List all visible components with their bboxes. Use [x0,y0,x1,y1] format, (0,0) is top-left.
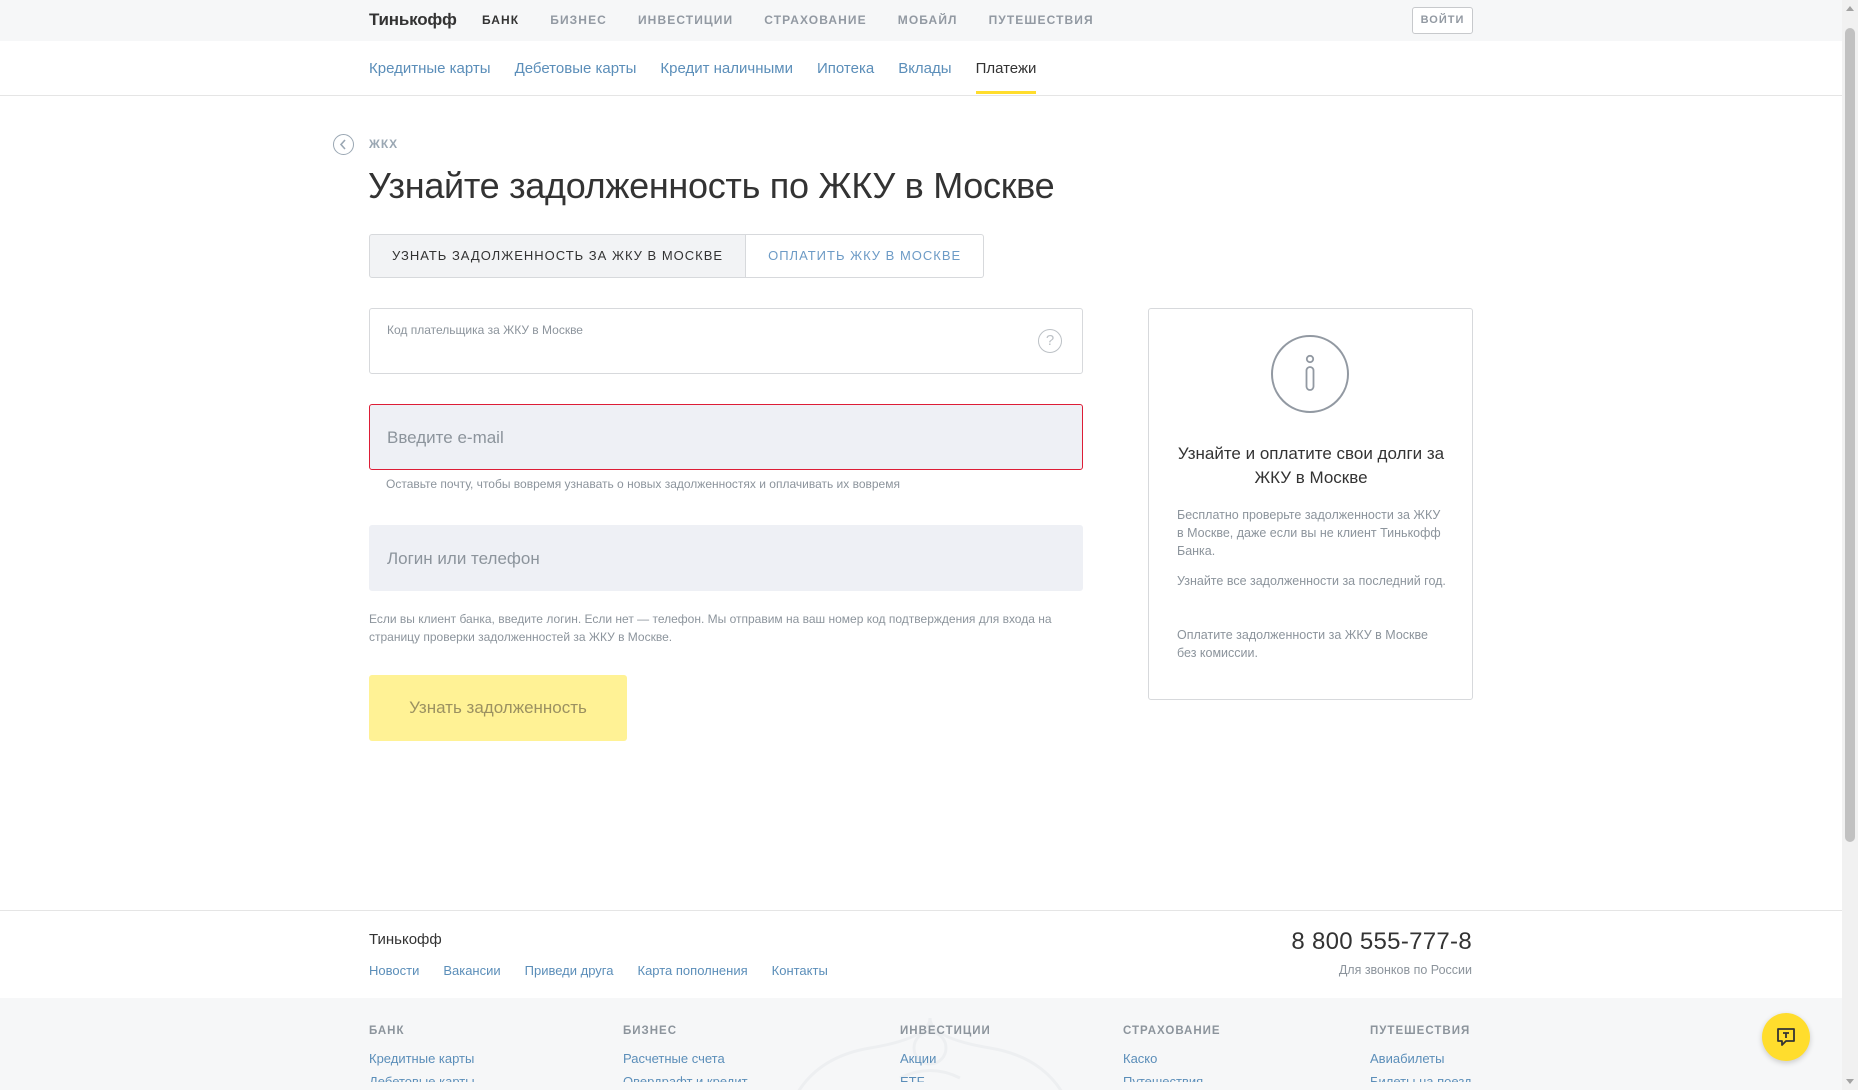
footer-link-contacts[interactable]: Контакты [772,963,828,978]
login-button[interactable]: ВОЙТИ [1412,7,1473,34]
tab-check-debt[interactable]: Узнать задолженность за ЖКУ в Москве [369,234,747,278]
email-field[interactable]: Введите e-mail [369,404,1083,470]
payer-code-label: Код плательщика за ЖКУ в Москве [387,323,583,337]
scroll-up-icon[interactable] [1846,6,1854,11]
chevron-left-icon[interactable] [333,134,354,155]
info-card-text: Бесплатно проверьте задолженности за ЖКУ… [1177,508,1441,558]
footer-col-investments: ИНВЕСТИЦИИ Акции ETF [900,1025,991,1082]
footer-col-travel: ПУТЕШЕСТВИЯ Авиабилеты Билеты на поезд [1370,1025,1472,1082]
top-nav-investments[interactable]: ИНВЕСТИЦИИ [638,13,733,27]
top-nav: БАНК БИЗНЕС ИНВЕСТИЦИИ СТРАХОВАНИЕ МОБАЙ… [482,13,1094,27]
footer-col-insurance: СТРАХОВАНИЕ Каско Путешествия [1123,1025,1221,1082]
login-hint: Если вы клиент банка, введите логин. Есл… [369,612,1052,644]
sub-nav: Кредитные карты Дебетовые карты Кредит н… [0,41,1842,96]
scroll-down-icon[interactable] [1846,1079,1854,1084]
footer-col-link[interactable]: Каско [1123,1051,1221,1066]
subnav-item-payments[interactable]: Платежи [975,60,1036,94]
footer-col-link[interactable]: Овердрафт и кредит [623,1074,748,1082]
footer-phone-note: Для звонков по России [1338,963,1472,977]
footer-link-news[interactable]: Новости [369,963,419,978]
login-placeholder: Логин или телефон [387,549,540,568]
question-icon[interactable]: ? [1038,329,1062,353]
footer-link-vacancies[interactable]: Вакансии [443,963,500,978]
footer-sitemap: БАНК Кредитные карты Дебетовые карты БИЗ… [0,998,1842,1090]
email-placeholder: Введите e-mail [387,428,504,447]
top-nav-business[interactable]: БИЗНЕС [550,13,607,27]
chat-button[interactable] [1762,1013,1810,1061]
subnav-item-mortgage[interactable]: Ипотека [817,60,874,94]
footer-link-invite-friend[interactable]: Приведи друга [525,963,614,978]
logo[interactable]: Тинькофф [369,10,457,30]
info-card-text: Узнайте все задолженности за последний г… [1177,574,1446,588]
footer-col-title: ПУТЕШЕСТВИЯ [1370,1025,1471,1037]
footer-col-business: БИЗНЕС Расчетные счета Овердрафт и креди… [623,1025,748,1082]
footer-col-title: ИНВЕСТИЦИИ [900,1025,991,1037]
footer-top: Тинькофф Новости Вакансии Приведи друга … [0,910,1842,999]
footer-col-link[interactable]: ETF [900,1074,991,1082]
page-title: Узнайте задолженность по ЖКУ в Москве [368,165,1055,206]
footer-col-link[interactable]: Расчетные счета [623,1051,748,1066]
footer-col-title: БИЗНЕС [623,1025,678,1037]
subnav-item-cash-loan[interactable]: Кредит наличными [660,60,793,94]
footer-col-link[interactable]: Путешествия [1123,1074,1221,1082]
page-scrollbar[interactable] [1842,0,1858,1090]
info-card: Узнайте и оплатите свои долги за ЖКУ в М… [1148,308,1473,700]
subnav-item-deposits[interactable]: Вклады [898,60,951,94]
footer-col-bank: БАНК Кредитные карты Дебетовые карты [369,1025,475,1082]
scrollbar-thumb[interactable] [1845,28,1855,842]
chat-icon [1777,1028,1795,1046]
info-icon [1271,335,1349,413]
top-nav-mobile[interactable]: МОБАЙЛ [898,13,958,27]
info-card-title: Узнайте и оплатите свои долги за ЖКУ в М… [1177,444,1445,487]
payer-code-field[interactable]: Код плательщика за ЖКУ в Москве ? [369,308,1083,374]
subnav-item-credit-cards[interactable]: Кредитные карты [369,60,491,94]
footer-col-link[interactable]: Билеты на поезд [1370,1074,1472,1082]
footer-brand: Тинькофф [369,931,442,948]
footer-col-link[interactable]: Кредитные карты [369,1051,475,1066]
subnav-item-debit-cards[interactable]: Дебетовые карты [515,60,637,94]
top-bar: Тинькофф БАНК БИЗНЕС ИНВЕСТИЦИИ СТРАХОВА… [0,0,1842,41]
footer-link-top-up-card[interactable]: Карта пополнения [638,963,748,978]
breadcrumb-back-link[interactable]: ЖКХ [369,137,398,151]
footer-col-title: СТРАХОВАНИЕ [1123,1025,1221,1037]
mode-tabs: Узнать задолженность за ЖКУ в Москве Опл… [369,234,985,278]
top-nav-bank[interactable]: БАНК [482,13,519,27]
login-or-phone-field[interactable]: Логин или телефон [369,525,1083,591]
info-card-text: Оплатите задолженности за ЖКУ в Москве б… [1177,628,1428,660]
tab-pay-utilities[interactable]: Оплатить ЖКУ в Москве [746,234,985,278]
footer-col-link[interactable]: Авиабилеты [1370,1051,1472,1066]
footer-links: Новости Вакансии Приведи друга Карта поп… [369,963,828,978]
top-nav-insurance[interactable]: СТРАХОВАНИЕ [764,13,866,27]
footer-col-link[interactable]: Акции [900,1051,991,1066]
top-nav-travel[interactable]: ПУТЕШЕСТВИЯ [989,13,1094,27]
footer-col-title: БАНК [369,1025,405,1037]
footer-phone[interactable]: 8 800 555-777-8 [1291,928,1472,956]
footer-col-link[interactable]: Дебетовые карты [369,1074,475,1082]
email-hint: Оставьте почту, чтобы вовремя узнавать о… [386,477,900,491]
check-debt-button[interactable]: Узнать задолженность [369,675,627,741]
